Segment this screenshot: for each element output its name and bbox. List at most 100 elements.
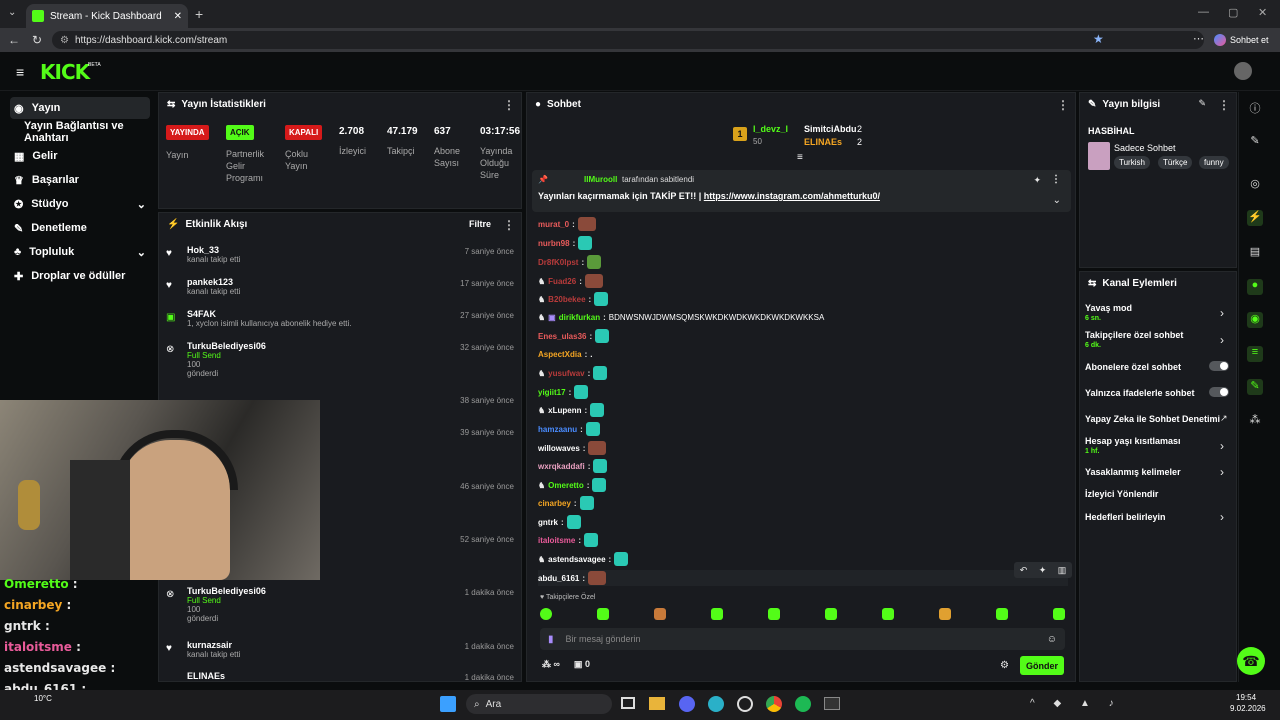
- app-icon[interactable]: [737, 696, 753, 712]
- back-icon[interactable]: ←: [8, 33, 20, 47]
- kick-logo[interactable]: KICK: [40, 60, 90, 84]
- chevron-right-icon[interactable]: ›: [1220, 306, 1224, 320]
- chrome-icon[interactable]: [766, 696, 782, 712]
- sidebar-item-stream-key[interactable]: Yayın Bağlantısı ve Anahtarı: [10, 120, 150, 144]
- chevron-right-icon[interactable]: ›: [1220, 439, 1224, 453]
- pinned-options-icon[interactable]: ⋮: [1051, 174, 1061, 185]
- chat-message[interactable]: Enes_ulas36:: [538, 328, 610, 344]
- chat-message[interactable]: hamzaanu:: [538, 421, 600, 437]
- chat-message[interactable]: gntrk:: [538, 514, 581, 530]
- edit-icon[interactable]: ✎: [1198, 98, 1206, 109]
- more-options-icon[interactable]: ⋮: [1218, 98, 1230, 112]
- browser-tab[interactable]: Stream - Kick Dashboard ✕: [26, 4, 188, 28]
- pinned-link[interactable]: https://www.instagram.com/ahmetturku0/: [704, 191, 880, 201]
- expand-pin-icon[interactable]: ⌄: [1053, 195, 1061, 206]
- discord-icon[interactable]: [679, 696, 695, 712]
- list-icon[interactable]: ≡: [1247, 346, 1263, 362]
- pinned-by-user[interactable]: IlMurooll: [584, 175, 617, 184]
- chat-message[interactable]: ♞ B20bekee:: [538, 291, 609, 307]
- emote[interactable]: [540, 608, 552, 620]
- send-button[interactable]: Gönder: [1020, 656, 1064, 675]
- community-icon[interactable]: ⁂: [1247, 413, 1263, 429]
- chat-message[interactable]: ♞ Omeretto:: [538, 477, 607, 493]
- chat-message[interactable]: yigiit17:: [538, 384, 589, 400]
- category-name[interactable]: Sadece Sohbet: [1114, 143, 1176, 153]
- chat-message[interactable]: AspectXdia:.: [538, 346, 592, 362]
- emoji-picker-icon[interactable]: ☺: [1047, 634, 1057, 645]
- sidebar-item-community[interactable]: ♣ Topluluk ⌄: [10, 241, 150, 263]
- top-gifter-3[interactable]: ELINAEs: [804, 137, 842, 147]
- chat-message[interactable]: willowaves:: [538, 440, 607, 456]
- sidebar-item-studio[interactable]: ✪ Stüdyo ⌄: [10, 193, 150, 215]
- info-icon[interactable]: ⓘ: [1247, 100, 1263, 116]
- hamburger-menu-icon[interactable]: ≡: [16, 64, 24, 80]
- close-window-icon[interactable]: ✕: [1258, 6, 1267, 19]
- minimize-icon[interactable]: —: [1198, 6, 1209, 18]
- close-tab-icon[interactable]: ✕: [174, 11, 182, 22]
- top-gifter-2[interactable]: SimitciAbdu: [804, 124, 857, 134]
- chat-message[interactable]: ♞ ▣ dirikfurkan: BDNWSNWJDWMSQMSKWKDKWDKWKD…: [538, 309, 824, 325]
- reload-icon[interactable]: ↻: [32, 33, 42, 47]
- channel-points[interactable]: ▣ 0: [574, 659, 590, 670]
- banned-words-setting[interactable]: Yasaklanmış kelimeler: [1085, 467, 1181, 477]
- menu-dots-icon[interactable]: ⋯: [1193, 32, 1204, 45]
- terminal-icon[interactable]: [824, 697, 840, 710]
- sidebar-item-revenue[interactable]: ▦ Gelir: [10, 145, 150, 167]
- lightning-icon[interactable]: ⚡: [1247, 210, 1263, 226]
- users-infinity-icon[interactable]: ⁂ ∞: [542, 659, 560, 670]
- slow-mode-setting[interactable]: Yavaş mod 6 sn.: [1085, 303, 1132, 322]
- emote[interactable]: [825, 608, 837, 620]
- top-gifter-1[interactable]: l_devz_l: [753, 124, 788, 134]
- chat-message[interactable]: murat_0:: [538, 216, 596, 232]
- favorite-star-icon[interactable]: ★: [1093, 32, 1104, 46]
- file-explorer-icon[interactable]: [649, 697, 665, 710]
- edit-icon[interactable]: ✎: [1247, 134, 1263, 150]
- tag[interactable]: Turkish: [1114, 156, 1150, 169]
- more-options-icon[interactable]: ⋮: [503, 98, 515, 112]
- emote[interactable]: [654, 608, 666, 620]
- more-options-icon[interactable]: ⋮: [503, 218, 515, 232]
- chat-message[interactable]: ♞ xLupenn:: [538, 402, 605, 418]
- external-link-icon[interactable]: ↗: [1220, 413, 1228, 424]
- chat-input[interactable]: ▮ Bir mesaj gönderin ☺: [540, 628, 1065, 650]
- windows-start-icon[interactable]: [440, 696, 456, 712]
- reply-icon[interactable]: ↶: [1020, 565, 1028, 576]
- pin-message-icon[interactable]: ✦: [1039, 565, 1047, 576]
- emote[interactable]: [597, 608, 609, 620]
- chat-message[interactable]: Dr8fK0lpst:: [538, 254, 602, 270]
- chevron-right-icon[interactable]: ›: [1220, 465, 1224, 479]
- chevron-right-icon[interactable]: ›: [1220, 333, 1224, 347]
- emote[interactable]: [996, 608, 1008, 620]
- sidebar-item-achievements[interactable]: ♛ Başarılar: [10, 169, 150, 191]
- ai-moderation-setting[interactable]: Yapay Zeka ile Sohbet Denetimi: [1085, 414, 1220, 424]
- chat-message[interactable]: ♞ yusufwav:: [538, 365, 608, 381]
- chat-message[interactable]: wxrqkaddafi:: [538, 458, 608, 474]
- edge-icon[interactable]: [708, 696, 724, 712]
- chat-icon[interactable]: ●: [1247, 279, 1263, 295]
- tag[interactable]: Türkçe: [1158, 156, 1193, 169]
- filter-button[interactable]: Filtre: [469, 219, 491, 229]
- followers-only-setting[interactable]: Takipçilere özel sohbet 6 dk.: [1085, 330, 1183, 349]
- chat-message[interactable]: italoitsme:: [538, 532, 599, 548]
- emote[interactable]: [939, 608, 951, 620]
- task-view-icon[interactable]: [621, 697, 635, 709]
- chat-message[interactable]: abdu_6161:: [538, 570, 1068, 586]
- site-info-icon[interactable]: ⚙: [60, 35, 69, 46]
- support-icon[interactable]: ☎: [1237, 647, 1265, 675]
- spotify-icon[interactable]: [795, 696, 811, 712]
- mic-icon[interactable]: ▮: [548, 634, 554, 645]
- chat-settings-icon[interactable]: ⚙: [1000, 660, 1009, 671]
- user-avatar[interactable]: [1234, 62, 1252, 80]
- delete-icon[interactable]: ▥: [1058, 565, 1067, 576]
- emote[interactable]: [1053, 608, 1065, 620]
- chat-message[interactable]: ♞ astendsavagee:: [538, 551, 629, 567]
- document-icon[interactable]: ▤: [1247, 245, 1263, 261]
- tag[interactable]: funny: [1199, 156, 1229, 169]
- maximize-icon[interactable]: ▢: [1228, 6, 1238, 19]
- subs-only-toggle[interactable]: [1209, 361, 1229, 371]
- chevron-right-icon[interactable]: ›: [1220, 510, 1224, 524]
- chat-message[interactable]: ♞ Fuad26:: [538, 273, 603, 289]
- emote[interactable]: [768, 608, 780, 620]
- wrench-icon[interactable]: ✎: [1247, 379, 1263, 395]
- camera-icon[interactable]: ◎: [1247, 177, 1263, 193]
